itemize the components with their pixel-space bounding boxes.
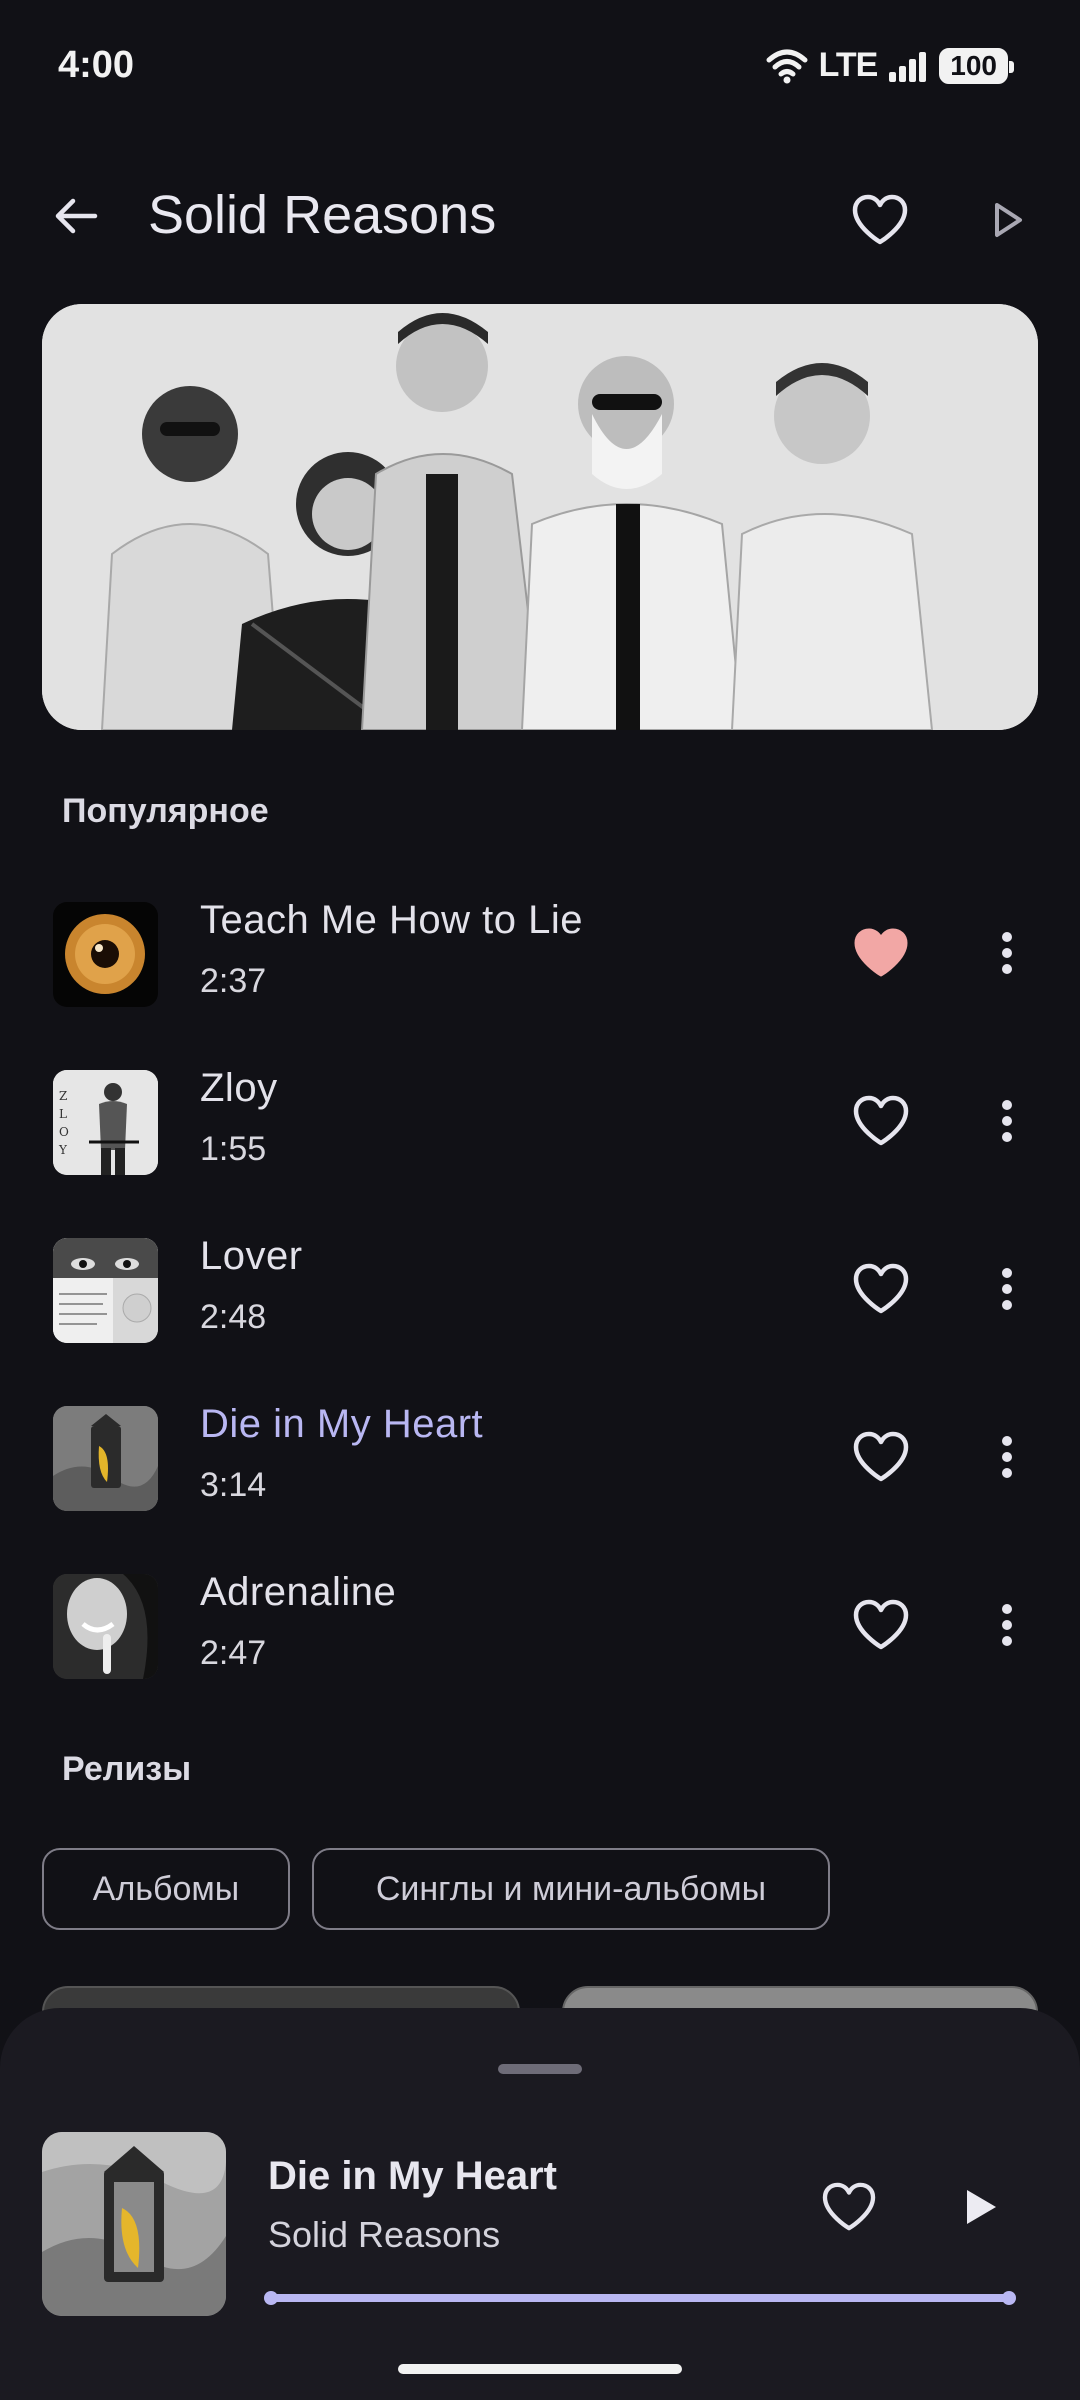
- signal-icon: [889, 51, 927, 82]
- play-icon: [967, 2190, 996, 2224]
- more-vert-icon: [1002, 1604, 1012, 1646]
- track-cover: [53, 1406, 158, 1511]
- now-playing-like-button[interactable]: [814, 2172, 884, 2242]
- more-vert-icon: [1002, 1100, 1012, 1142]
- heart-outline-icon: [853, 1431, 909, 1482]
- progress-start-dot: [264, 2291, 278, 2305]
- like-button[interactable]: [846, 1422, 916, 1492]
- now-playing-cover: [42, 2132, 226, 2316]
- now-playing-artist: Solid Reasons: [268, 2214, 501, 2255]
- more-options-button[interactable]: [982, 1422, 1032, 1492]
- track-duration: 1:55: [200, 1130, 267, 1168]
- home-indicator[interactable]: [398, 2364, 682, 2374]
- track-cover: [53, 1574, 158, 1679]
- battery-indicator: 100: [939, 47, 1014, 84]
- track-cover: [53, 1238, 158, 1343]
- play-outline-icon: [995, 203, 1022, 237]
- playback-progress-fill: [268, 2294, 1009, 2302]
- more-options-button[interactable]: [982, 918, 1032, 988]
- status-icons: LTE 100: [765, 46, 1014, 85]
- track-row[interactable]: Lover 2:48: [0, 1206, 1080, 1374]
- like-button[interactable]: [846, 1254, 916, 1324]
- track-title: Zloy: [200, 1066, 278, 1110]
- more-vert-icon: [1002, 1436, 1012, 1478]
- more-options-button[interactable]: [982, 1590, 1032, 1660]
- more-options-button[interactable]: [982, 1254, 1032, 1324]
- track-duration: 2:48: [200, 1298, 267, 1336]
- like-button[interactable]: [846, 1590, 916, 1660]
- sheet-drag-handle[interactable]: [498, 2064, 582, 2074]
- track-cover: [53, 902, 158, 1007]
- svg-text:L: L: [59, 1107, 67, 1121]
- releases-section-title: Релизы: [62, 1750, 192, 1788]
- filter-chip-singles[interactable]: Синглы и мини-альбомы: [312, 1848, 830, 1930]
- popular-section-title: Популярное: [62, 792, 269, 830]
- wifi-icon: [766, 49, 808, 83]
- heart-outline-icon: [853, 1599, 909, 1650]
- page-title: Solid Reasons: [148, 185, 497, 245]
- track-duration: 3:14: [200, 1466, 267, 1504]
- progress-thumb[interactable]: [1001, 2291, 1016, 2305]
- now-playing-title: Die in My Heart: [268, 2154, 557, 2198]
- track-title: Die in My Heart: [200, 1402, 484, 1446]
- filter-chip-albums[interactable]: Альбомы: [42, 1848, 290, 1930]
- svg-text:O: O: [59, 1125, 69, 1139]
- more-options-button[interactable]: [982, 1086, 1032, 1156]
- heart-outline-icon: [853, 1263, 909, 1314]
- back-button[interactable]: [40, 180, 112, 252]
- more-vert-icon: [1002, 932, 1012, 974]
- track-duration: 2:47: [200, 1634, 267, 1672]
- heart-outline-icon: [852, 194, 908, 245]
- track-row[interactable]: Die in My Heart 3:14: [0, 1374, 1080, 1542]
- arrow-left-icon: [55, 198, 98, 234]
- svg-text:Y: Y: [58, 1143, 68, 1157]
- follow-artist-button[interactable]: [844, 184, 916, 256]
- more-vert-icon: [1002, 1268, 1012, 1310]
- play-artist-button[interactable]: [978, 190, 1038, 250]
- track-row[interactable]: Adrenaline 2:47: [0, 1542, 1080, 1710]
- heart-filled-icon: [854, 928, 908, 977]
- like-button[interactable]: [846, 918, 916, 988]
- like-button[interactable]: [846, 1086, 916, 1156]
- track-title: Adrenaline: [200, 1570, 397, 1614]
- status-time: 4:00: [58, 44, 135, 86]
- track-duration: 2:37: [200, 962, 267, 1000]
- network-type: LTE: [818, 46, 879, 84]
- heart-outline-icon: [853, 1095, 909, 1146]
- track-row[interactable]: Teach Me How to Lie 2:37: [0, 870, 1080, 1038]
- heart-outline-icon: [822, 2182, 876, 2231]
- track-title: Lover: [200, 1234, 303, 1278]
- artist-photo: [42, 304, 1038, 730]
- track-row[interactable]: Z L O Y Zloy 1:55: [0, 1038, 1080, 1206]
- track-cover: Z L O Y: [53, 1070, 158, 1175]
- svg-text:Z: Z: [59, 1089, 67, 1103]
- track-title: Teach Me How to Lie: [200, 898, 584, 942]
- now-playing-play-button[interactable]: [946, 2172, 1016, 2242]
- playback-progress-bar[interactable]: [264, 2291, 1016, 2305]
